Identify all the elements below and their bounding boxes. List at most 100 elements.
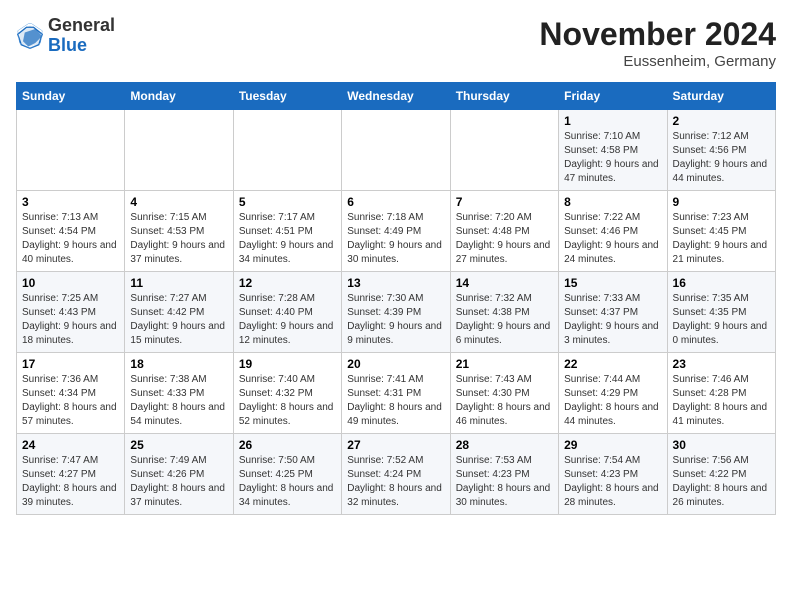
day-number: 5 (239, 195, 336, 209)
calendar-cell (233, 110, 341, 191)
day-info: Sunrise: 7:12 AM Sunset: 4:56 PM Dayligh… (673, 130, 770, 186)
day-info: Sunrise: 7:52 AM Sunset: 4:24 PM Dayligh… (347, 454, 444, 510)
day-info: Sunrise: 7:22 AM Sunset: 4:46 PM Dayligh… (564, 211, 661, 267)
title-area: November 2024 Eussenheim, Germany (539, 16, 776, 70)
day-number: 1 (564, 114, 661, 128)
day-info: Sunrise: 7:56 AM Sunset: 4:22 PM Dayligh… (673, 454, 770, 510)
calendar-cell: 27 Sunrise: 7:52 AM Sunset: 4:24 PM Dayli… (342, 434, 450, 515)
day-info: Sunrise: 7:15 AM Sunset: 4:53 PM Dayligh… (130, 211, 227, 267)
day-info: Sunrise: 7:49 AM Sunset: 4:26 PM Dayligh… (130, 454, 227, 510)
day-info: Sunrise: 7:17 AM Sunset: 4:51 PM Dayligh… (239, 211, 336, 267)
day-info: Sunrise: 7:20 AM Sunset: 4:48 PM Dayligh… (456, 211, 553, 267)
day-info: Sunrise: 7:10 AM Sunset: 4:58 PM Dayligh… (564, 130, 661, 186)
day-number: 26 (239, 438, 336, 452)
calendar-cell: 11 Sunrise: 7:27 AM Sunset: 4:42 PM Dayli… (125, 272, 233, 353)
calendar-cell: 24 Sunrise: 7:47 AM Sunset: 4:27 PM Dayli… (17, 434, 125, 515)
page-header: General Blue November 2024 Eussenheim, G… (16, 16, 776, 70)
calendar-cell: 29 Sunrise: 7:54 AM Sunset: 4:23 PM Dayli… (559, 434, 667, 515)
calendar-cell: 26 Sunrise: 7:50 AM Sunset: 4:25 PM Dayli… (233, 434, 341, 515)
day-info: Sunrise: 7:53 AM Sunset: 4:23 PM Dayligh… (456, 454, 553, 510)
calendar-cell: 18Sunrise: 7:38 AM Sunset: 4:33 PM Dayli… (125, 353, 233, 434)
day-number: 4 (130, 195, 227, 209)
day-number: 23 (673, 357, 770, 371)
day-info: Sunrise: 7:50 AM Sunset: 4:25 PM Dayligh… (239, 454, 336, 510)
day-header-sunday: Sunday (17, 83, 125, 110)
calendar-week-row: 24 Sunrise: 7:47 AM Sunset: 4:27 PM Dayli… (17, 434, 776, 515)
day-info: Sunrise: 7:54 AM Sunset: 4:23 PM Dayligh… (564, 454, 661, 510)
calendar-cell: 16 Sunrise: 7:35 AM Sunset: 4:35 PM Dayli… (667, 272, 775, 353)
day-number: 3 (22, 195, 119, 209)
day-header-wednesday: Wednesday (342, 83, 450, 110)
calendar-cell: 23 Sunrise: 7:46 AM Sunset: 4:28 PM Dayli… (667, 353, 775, 434)
day-info: Sunrise: 7:18 AM Sunset: 4:49 PM Dayligh… (347, 211, 444, 267)
calendar-cell: 28 Sunrise: 7:53 AM Sunset: 4:23 PM Dayli… (450, 434, 558, 515)
day-number: 11 (130, 276, 227, 290)
day-number: 19 (239, 357, 336, 371)
calendar-table: SundayMondayTuesdayWednesdayThursdayFrid… (16, 82, 776, 515)
day-info: Sunrise: 7:36 AM Sunset: 4:34 PM Dayligh… (22, 373, 119, 429)
day-number: 8 (564, 195, 661, 209)
calendar-week-row: 1 Sunrise: 7:10 AM Sunset: 4:58 PM Daylig… (17, 110, 776, 191)
calendar-cell: 3 Sunrise: 7:13 AM Sunset: 4:54 PM Daylig… (17, 191, 125, 272)
day-info: Sunrise: 7:27 AM Sunset: 4:42 PM Dayligh… (130, 292, 227, 348)
day-number: 28 (456, 438, 553, 452)
day-number: 25 (130, 438, 227, 452)
day-number: 12 (239, 276, 336, 290)
calendar-cell: 9 Sunrise: 7:23 AM Sunset: 4:45 PM Daylig… (667, 191, 775, 272)
calendar-cell: 19 Sunrise: 7:40 AM Sunset: 4:32 PM Dayli… (233, 353, 341, 434)
calendar-cell: 6 Sunrise: 7:18 AM Sunset: 4:49 PM Daylig… (342, 191, 450, 272)
calendar-cell: 10 Sunrise: 7:25 AM Sunset: 4:43 PM Dayli… (17, 272, 125, 353)
calendar-cell: 25 Sunrise: 7:49 AM Sunset: 4:26 PM Dayli… (125, 434, 233, 515)
day-info: Sunrise: 7:40 AM Sunset: 4:32 PM Dayligh… (239, 373, 336, 429)
day-info: Sunrise: 7:47 AM Sunset: 4:27 PM Dayligh… (22, 454, 119, 510)
calendar-cell: 17 Sunrise: 7:36 AM Sunset: 4:34 PM Dayli… (17, 353, 125, 434)
day-number: 30 (673, 438, 770, 452)
day-info: Sunrise: 7:25 AM Sunset: 4:43 PM Dayligh… (22, 292, 119, 348)
month-title: November 2024 (539, 16, 776, 53)
day-number: 10 (22, 276, 119, 290)
day-number: 14 (456, 276, 553, 290)
day-number: 22 (564, 357, 661, 371)
calendar-cell (17, 110, 125, 191)
day-number: 2 (673, 114, 770, 128)
calendar-cell: 7Sunrise: 7:20 AM Sunset: 4:48 PM Daylig… (450, 191, 558, 272)
day-header-friday: Friday (559, 83, 667, 110)
day-header-tuesday: Tuesday (233, 83, 341, 110)
calendar-cell: 22Sunrise: 7:44 AM Sunset: 4:29 PM Dayli… (559, 353, 667, 434)
calendar-cell (450, 110, 558, 191)
location: Eussenheim, Germany (539, 53, 776, 70)
day-number: 16 (673, 276, 770, 290)
day-number: 17 (22, 357, 119, 371)
day-header-thursday: Thursday (450, 83, 558, 110)
day-header-monday: Monday (125, 83, 233, 110)
calendar-cell: 30 Sunrise: 7:56 AM Sunset: 4:22 PM Dayli… (667, 434, 775, 515)
day-number: 9 (673, 195, 770, 209)
calendar-week-row: 17 Sunrise: 7:36 AM Sunset: 4:34 PM Dayli… (17, 353, 776, 434)
logo: General Blue (16, 16, 115, 56)
day-number: 15 (564, 276, 661, 290)
day-number: 6 (347, 195, 444, 209)
day-info: Sunrise: 7:13 AM Sunset: 4:54 PM Dayligh… (22, 211, 119, 267)
day-info: Sunrise: 7:46 AM Sunset: 4:28 PM Dayligh… (673, 373, 770, 429)
calendar-cell: 1 Sunrise: 7:10 AM Sunset: 4:58 PM Daylig… (559, 110, 667, 191)
calendar-cell: 2 Sunrise: 7:12 AM Sunset: 4:56 PM Daylig… (667, 110, 775, 191)
calendar-cell: 13Sunrise: 7:30 AM Sunset: 4:39 PM Dayli… (342, 272, 450, 353)
day-info: Sunrise: 7:28 AM Sunset: 4:40 PM Dayligh… (239, 292, 336, 348)
day-number: 27 (347, 438, 444, 452)
calendar-cell: 5 Sunrise: 7:17 AM Sunset: 4:51 PM Daylig… (233, 191, 341, 272)
calendar-cell (342, 110, 450, 191)
calendar-week-row: 3 Sunrise: 7:13 AM Sunset: 4:54 PM Daylig… (17, 191, 776, 272)
day-info: Sunrise: 7:33 AM Sunset: 4:37 PM Dayligh… (564, 292, 661, 348)
calendar-cell: 20Sunrise: 7:41 AM Sunset: 4:31 PM Dayli… (342, 353, 450, 434)
calendar-header-row: SundayMondayTuesdayWednesdayThursdayFrid… (17, 83, 776, 110)
day-number: 21 (456, 357, 553, 371)
day-info: Sunrise: 7:23 AM Sunset: 4:45 PM Dayligh… (673, 211, 770, 267)
day-number: 29 (564, 438, 661, 452)
day-info: Sunrise: 7:30 AM Sunset: 4:39 PM Dayligh… (347, 292, 444, 348)
day-number: 24 (22, 438, 119, 452)
day-info: Sunrise: 7:38 AM Sunset: 4:33 PM Dayligh… (130, 373, 227, 429)
calendar-cell: 12 Sunrise: 7:28 AM Sunset: 4:40 PM Dayli… (233, 272, 341, 353)
logo-text: General Blue (48, 16, 115, 56)
calendar-cell: 14Sunrise: 7:32 AM Sunset: 4:38 PM Dayli… (450, 272, 558, 353)
day-info: Sunrise: 7:35 AM Sunset: 4:35 PM Dayligh… (673, 292, 770, 348)
